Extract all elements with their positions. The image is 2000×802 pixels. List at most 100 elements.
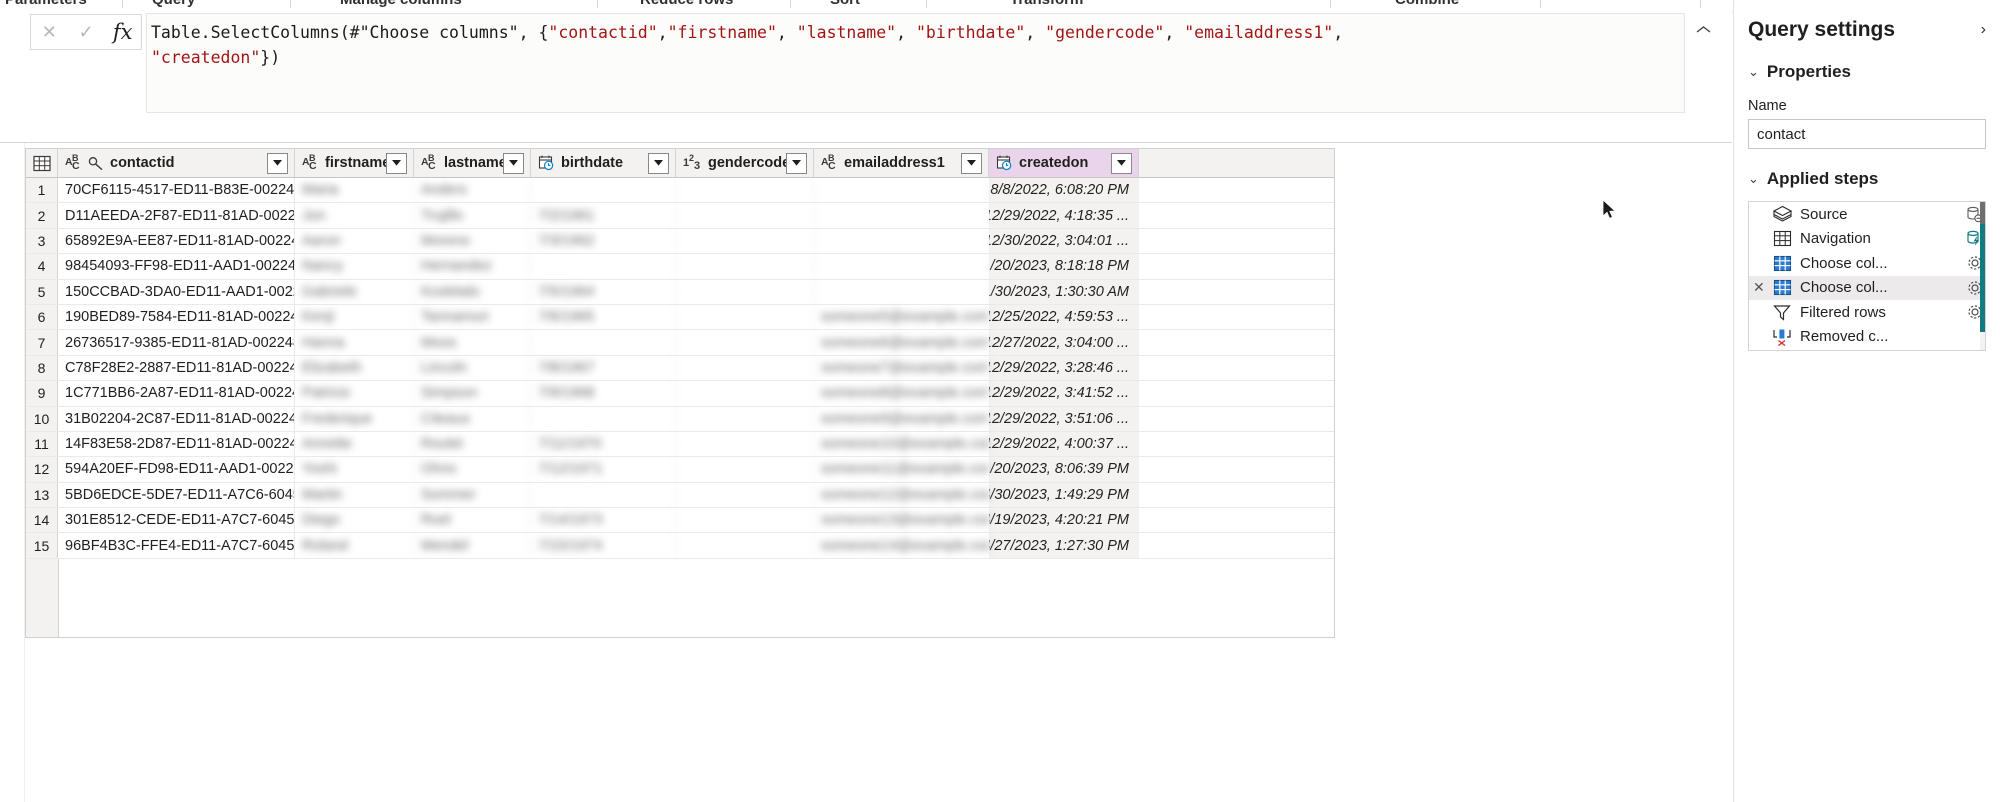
- cell-emailaddress1[interactable]: someone11@example.com: [814, 457, 989, 481]
- cell-contactid[interactable]: 190BED89-7584-ED11-81AD-002248...: [58, 305, 295, 329]
- column-header-gendercode[interactable]: 123gendercode: [676, 149, 814, 177]
- table-row[interactable]: 8C78F28E2-2887-ED11-81AD-002248...Elizab…: [26, 356, 1334, 381]
- cell-lastname[interactable]: Moos: [414, 330, 531, 354]
- applied-steps-section-header[interactable]: ⌄ Applied steps: [1748, 169, 1986, 189]
- cell-birthdate[interactable]: [531, 178, 676, 202]
- cell-createdon[interactable]: 4/27/2023, 1:27:30 PM: [989, 533, 1139, 557]
- applied-step-choosecol[interactable]: ✕Choose col...: [1749, 276, 1985, 301]
- cell-createdon[interactable]: 4/30/2023, 1:49:29 PM: [989, 483, 1139, 507]
- cell-contactid[interactable]: D11AEEDA-2F87-ED11-81AD-002248...: [58, 203, 295, 227]
- cell-gendercode[interactable]: [676, 457, 814, 481]
- cell-gendercode[interactable]: [676, 203, 814, 227]
- table-row[interactable]: 2D11AEEDA-2F87-ED11-81AD-002248...JonTru…: [26, 203, 1334, 228]
- cell-createdon[interactable]: 12/29/2022, 4:00:37 ...: [989, 432, 1139, 456]
- cell-contactid[interactable]: C78F28E2-2887-ED11-81AD-002248...: [58, 356, 295, 380]
- cell-emailaddress1[interactable]: someone8@example.com: [814, 381, 989, 405]
- cell-createdon[interactable]: 1/20/2023, 8:18:18 PM: [989, 254, 1139, 278]
- cell-firstname[interactable]: Yoshi: [295, 457, 414, 481]
- cell-lastname[interactable]: Ohno: [414, 457, 531, 481]
- accept-formula-icon[interactable]: ✓: [68, 15, 105, 49]
- cell-contactid[interactable]: 26736517-9385-ED11-81AD-002248...: [58, 330, 295, 354]
- cell-birthdate[interactable]: 7/5/1964: [531, 280, 676, 304]
- cell-createdon[interactable]: 1/30/2023, 1:30:30 AM: [989, 280, 1139, 304]
- applied-step-navigation[interactable]: Navigation: [1749, 227, 1985, 252]
- cell-firstname[interactable]: Elizabeth: [295, 356, 414, 380]
- cell-emailaddress1[interactable]: someone10@example.com: [814, 432, 989, 456]
- cell-createdon[interactable]: 12/29/2022, 4:18:35 ...: [989, 203, 1139, 227]
- cell-lastname[interactable]: Sommer: [414, 483, 531, 507]
- column-filter-dropdown-gendercode[interactable]: [786, 153, 807, 174]
- table-row[interactable]: 1031B02204-2C87-ED11-81AD-002248...Frede…: [26, 407, 1334, 432]
- cell-firstname[interactable]: Kenji: [295, 305, 414, 329]
- steps-scrollbar[interactable]: [1980, 202, 1985, 351]
- cell-contactid[interactable]: 14F83E58-2D87-ED11-81AD-002248...: [58, 432, 295, 456]
- cell-lastname[interactable]: Koskitalo: [414, 280, 531, 304]
- column-header-emailaddress1[interactable]: ABCemailaddress1: [814, 149, 989, 177]
- column-filter-dropdown-createdon[interactable]: [1111, 153, 1132, 174]
- column-filter-dropdown-emailaddress1[interactable]: [961, 153, 982, 174]
- cancel-formula-icon[interactable]: ✕: [31, 15, 68, 49]
- cell-gendercode[interactable]: [676, 483, 814, 507]
- cell-firstname[interactable]: Hanna: [295, 330, 414, 354]
- table-row[interactable]: 1596BF4B3C-FFE4-ED11-A7C7-6045BD...Rolan…: [26, 533, 1334, 558]
- cell-firstname[interactable]: Gabriele: [295, 280, 414, 304]
- cell-createdon[interactable]: 12/29/2022, 3:51:06 ...: [989, 407, 1139, 431]
- cell-gendercode[interactable]: [676, 178, 814, 202]
- cell-lastname[interactable]: Anders: [414, 178, 531, 202]
- column-header-createdon[interactable]: createdon: [989, 149, 1139, 177]
- cell-firstname[interactable]: Diego: [295, 508, 414, 532]
- cell-firstname[interactable]: Martin: [295, 483, 414, 507]
- cell-emailaddress1[interactable]: [814, 203, 989, 227]
- cell-lastname[interactable]: Mendel: [414, 533, 531, 557]
- table-row[interactable]: 91C771BB6-2A87-ED11-81AD-002248...Patric…: [26, 381, 1334, 406]
- cell-contactid[interactable]: 5BD6EDCE-5DE7-ED11-A7C6-6045B...: [58, 483, 295, 507]
- cell-gendercode[interactable]: [676, 407, 814, 431]
- cell-gendercode[interactable]: [676, 432, 814, 456]
- cell-birthdate[interactable]: 7/3/1962: [531, 229, 676, 253]
- table-row[interactable]: 12594A20EF-FD98-ED11-AAD1-002248...Yoshi…: [26, 457, 1334, 482]
- formula-input[interactable]: Table.SelectColumns(#"Choose columns", {…: [146, 13, 1685, 113]
- cell-emailaddress1[interactable]: someone12@example.com: [814, 483, 989, 507]
- cell-createdon[interactable]: 8/8/2022, 6:08:20 PM: [989, 178, 1139, 202]
- cell-birthdate[interactable]: 7/8/1967: [531, 356, 676, 380]
- cell-lastname[interactable]: Roulet: [414, 432, 531, 456]
- cell-gendercode[interactable]: [676, 381, 814, 405]
- cell-gendercode[interactable]: [676, 533, 814, 557]
- cell-lastname[interactable]: Trujillo: [414, 203, 531, 227]
- table-row[interactable]: 135BD6EDCE-5DE7-ED11-A7C6-6045B...Martin…: [26, 483, 1334, 508]
- column-header-birthdate[interactable]: birthdate: [531, 149, 676, 177]
- cell-createdon[interactable]: 12/29/2022, 3:41:52 ...: [989, 381, 1139, 405]
- cell-emailaddress1[interactable]: [814, 178, 989, 202]
- collapse-panel-icon[interactable]: ›: [1981, 21, 1986, 39]
- cell-emailaddress1[interactable]: someone7@example.com: [814, 356, 989, 380]
- cell-contactid[interactable]: 65892E9A-EE87-ED11-81AD-002248...: [58, 229, 295, 253]
- collapse-formula-icon[interactable]: [1692, 19, 1714, 41]
- cell-birthdate[interactable]: 7/9/1968: [531, 381, 676, 405]
- cell-lastname[interactable]: Simpson: [414, 381, 531, 405]
- cell-gendercode[interactable]: [676, 254, 814, 278]
- applied-step-source[interactable]: Source: [1749, 202, 1985, 227]
- cell-contactid[interactable]: 594A20EF-FD98-ED11-AAD1-002248...: [58, 457, 295, 481]
- cell-firstname[interactable]: Maria: [295, 178, 414, 202]
- cell-gendercode[interactable]: [676, 305, 814, 329]
- cell-firstname[interactable]: Roland: [295, 533, 414, 557]
- cell-firstname[interactable]: Patricio: [295, 381, 414, 405]
- cell-birthdate[interactable]: [531, 483, 676, 507]
- cell-contactid[interactable]: 301E8512-CEDE-ED11-A7C7-6045BD...: [58, 508, 295, 532]
- cell-contactid[interactable]: 150CCBAD-3DA0-ED11-AAD1-00224...: [58, 280, 295, 304]
- cell-emailaddress1[interactable]: someone14@example.com: [814, 533, 989, 557]
- cell-lastname[interactable]: Roel: [414, 508, 531, 532]
- cell-contactid[interactable]: 70CF6115-4517-ED11-B83E-0022481...: [58, 178, 295, 202]
- cell-birthdate[interactable]: 7/12/1971: [531, 457, 676, 481]
- column-filter-dropdown-lastname[interactable]: [503, 153, 524, 174]
- cell-lastname[interactable]: Hernandez: [414, 254, 531, 278]
- cell-birthdate[interactable]: 7/15/1974: [531, 533, 676, 557]
- cell-gendercode[interactable]: [676, 330, 814, 354]
- cell-contactid[interactable]: 98454093-FF98-ED11-AAD1-002248...: [58, 254, 295, 278]
- cell-lastname[interactable]: Citeaux: [414, 407, 531, 431]
- cell-createdon[interactable]: 1/20/2023, 8:06:39 PM: [989, 457, 1139, 481]
- column-header-firstname[interactable]: ABCfirstname: [295, 149, 414, 177]
- cell-firstname[interactable]: Jon: [295, 203, 414, 227]
- cell-gendercode[interactable]: [676, 280, 814, 304]
- column-header-lastname[interactable]: ABClastname: [414, 149, 531, 177]
